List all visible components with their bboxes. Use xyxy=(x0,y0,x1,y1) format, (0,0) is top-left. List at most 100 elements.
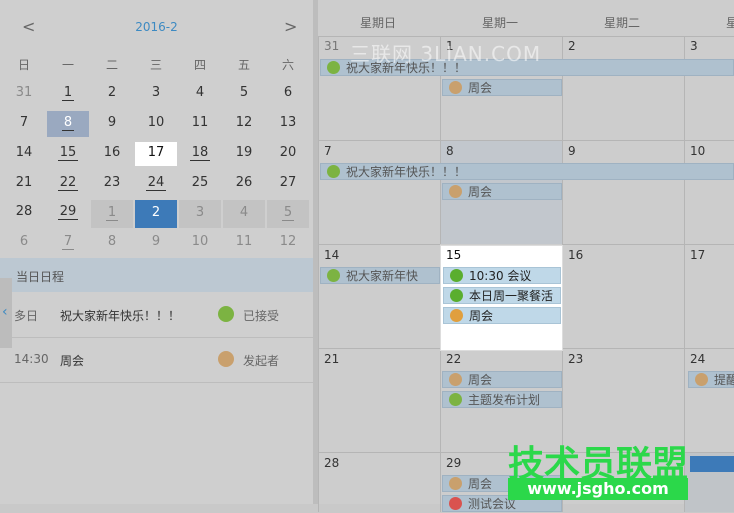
day-number: 17 xyxy=(690,248,706,262)
event-title: 主题发布计划 xyxy=(468,393,541,407)
chevron-left-icon: ‹ xyxy=(2,304,8,320)
calendar-day[interactable]: 7 xyxy=(3,112,45,136)
calendar-day[interactable]: 14 xyxy=(3,142,45,166)
calendar-day[interactable]: 6 xyxy=(267,82,309,106)
calendar-day[interactable]: 28 xyxy=(3,201,45,225)
calendar-day[interactable]: 4 xyxy=(179,82,221,106)
person-icon xyxy=(695,373,708,386)
agenda-event-name: 祝大家新年快乐！！！ xyxy=(60,309,181,323)
check-circle-icon xyxy=(327,61,340,74)
day-number: 3 xyxy=(690,39,698,53)
calendar-day[interactable]: 12 xyxy=(223,112,265,136)
calendar-day[interactable]: 1 xyxy=(47,82,89,106)
calendar-day-today[interactable]: 17 xyxy=(135,142,177,166)
event-title: 本日周一聚餐活 xyxy=(469,289,554,303)
calendar-day[interactable]: 10 xyxy=(135,112,177,136)
agenda-header: 当日日程 xyxy=(0,258,313,292)
day-number: 10 xyxy=(690,144,706,158)
weekday-label: 五 xyxy=(237,58,250,72)
agenda-row[interactable]: 多日 祝大家新年快乐！！！ 已接受 xyxy=(0,293,313,338)
calendar-day[interactable]: 29 xyxy=(47,201,89,225)
calendar-day[interactable]: 7 xyxy=(47,231,89,255)
calendar-day[interactable]: 1 xyxy=(91,200,133,228)
day-number: 14 xyxy=(324,248,340,262)
event-title: 祝大家新年快 xyxy=(346,269,419,283)
month-cell[interactable] xyxy=(318,140,440,244)
event-bar[interactable] xyxy=(690,456,734,472)
event-bar[interactable]: 本日周一聚餐活 xyxy=(443,287,561,304)
agenda-event-name: 周会 xyxy=(60,354,85,368)
next-month-button[interactable]: > xyxy=(284,17,297,36)
check-circle-icon xyxy=(449,393,462,406)
weekday-header: 星期二 xyxy=(603,16,640,30)
calendar-day[interactable]: 8 xyxy=(91,231,133,255)
calendar-day[interactable]: 22 xyxy=(47,172,89,196)
watermark-top: 三联网 3LIAN.COM xyxy=(350,42,542,66)
event-title: 周会 xyxy=(468,477,493,491)
calendar-day[interactable]: 26 xyxy=(223,172,265,196)
check-circle-icon xyxy=(327,269,340,282)
calendar-day[interactable]: 23 xyxy=(91,172,133,196)
calendar-day[interactable]: 15 xyxy=(47,142,89,166)
event-bar[interactable]: 周会 xyxy=(442,183,562,200)
calendar-day[interactable]: 16 xyxy=(91,142,133,166)
person-icon xyxy=(449,373,462,386)
month-cell[interactable] xyxy=(562,36,684,140)
calendar-day-range-end[interactable]: 2 xyxy=(135,200,177,228)
calendar-day[interactable]: 9 xyxy=(91,112,133,136)
day-number: 29 xyxy=(446,456,462,470)
day-number: 28 xyxy=(324,456,340,470)
event-title: 周会 xyxy=(468,373,493,387)
calendar-day[interactable]: 11 xyxy=(179,112,221,136)
event-title: 提醒 xyxy=(714,373,734,387)
weekday-header: 星期日 xyxy=(359,16,396,30)
month-cell[interactable] xyxy=(562,140,684,244)
calendar-day[interactable]: 6 xyxy=(3,231,45,255)
collapse-handle[interactable]: ‹ xyxy=(0,278,12,348)
day-number: 15 xyxy=(446,248,462,262)
person-icon xyxy=(449,185,462,198)
check-circle-icon xyxy=(218,306,234,322)
calendar-day[interactable]: 4 xyxy=(223,200,265,228)
day-number: 8 xyxy=(446,144,454,158)
event-bar[interactable]: 10:30 会议 xyxy=(443,267,561,284)
weekday-label: 日 xyxy=(17,58,30,72)
calendar-day[interactable]: 3 xyxy=(179,200,221,228)
calendar-day[interactable]: 18 xyxy=(179,142,221,166)
event-bar[interactable]: 周会 xyxy=(443,307,561,324)
event-bar[interactable]: 主题发布计划 xyxy=(442,391,562,408)
calendar-day[interactable]: 21 xyxy=(3,172,45,196)
weekday-label: 二 xyxy=(105,58,118,72)
weekday-header: 星期三 xyxy=(725,16,734,30)
calendar-day[interactable]: 5 xyxy=(223,82,265,106)
calendar-day[interactable]: 31 xyxy=(3,82,45,106)
calendar-day[interactable]: 10 xyxy=(179,231,221,255)
event-bar[interactable]: 祝大家新年快 xyxy=(320,267,440,284)
event-title: 周会 xyxy=(468,185,493,199)
calendar-day[interactable]: 9 xyxy=(135,231,177,255)
calendar-day[interactable]: 13 xyxy=(267,112,309,136)
event-bar[interactable]: 提醒 xyxy=(688,371,734,388)
calendar-day[interactable]: 27 xyxy=(267,172,309,196)
event-bar[interactable]: 周会 xyxy=(442,371,562,388)
calendar-day[interactable]: 20 xyxy=(267,142,309,166)
day-number: 22 xyxy=(446,352,462,366)
highlighted-day-cell[interactable]: 15 10:30 会议 本日周一聚餐活 周会 xyxy=(440,245,563,351)
agenda-time: 多日 xyxy=(14,309,39,323)
calendar-day[interactable]: 19 xyxy=(223,142,265,166)
day-number: 16 xyxy=(568,248,584,262)
calendar-day[interactable]: 3 xyxy=(135,82,177,106)
calendar-day[interactable]: 11 xyxy=(223,231,265,255)
calendar-day[interactable]: 25 xyxy=(179,172,221,196)
event-bar[interactable]: 周会 xyxy=(442,79,562,96)
calendar-day[interactable]: 2 xyxy=(91,82,133,106)
agenda-row[interactable]: 14:30 周会 发起者 xyxy=(0,338,313,383)
event-bar[interactable]: 祝大家新年快乐！！！ xyxy=(320,163,734,180)
calendar-day[interactable]: 24 xyxy=(135,172,177,196)
calendar-day[interactable]: 12 xyxy=(267,231,309,255)
calendar-day-selected[interactable]: 8 xyxy=(47,111,89,137)
calendar-day[interactable]: 5 xyxy=(267,200,309,228)
month-label: 2016-2 xyxy=(135,20,178,34)
watermark-url: www.jsgho.com xyxy=(508,478,688,500)
day-number: 23 xyxy=(568,352,584,366)
